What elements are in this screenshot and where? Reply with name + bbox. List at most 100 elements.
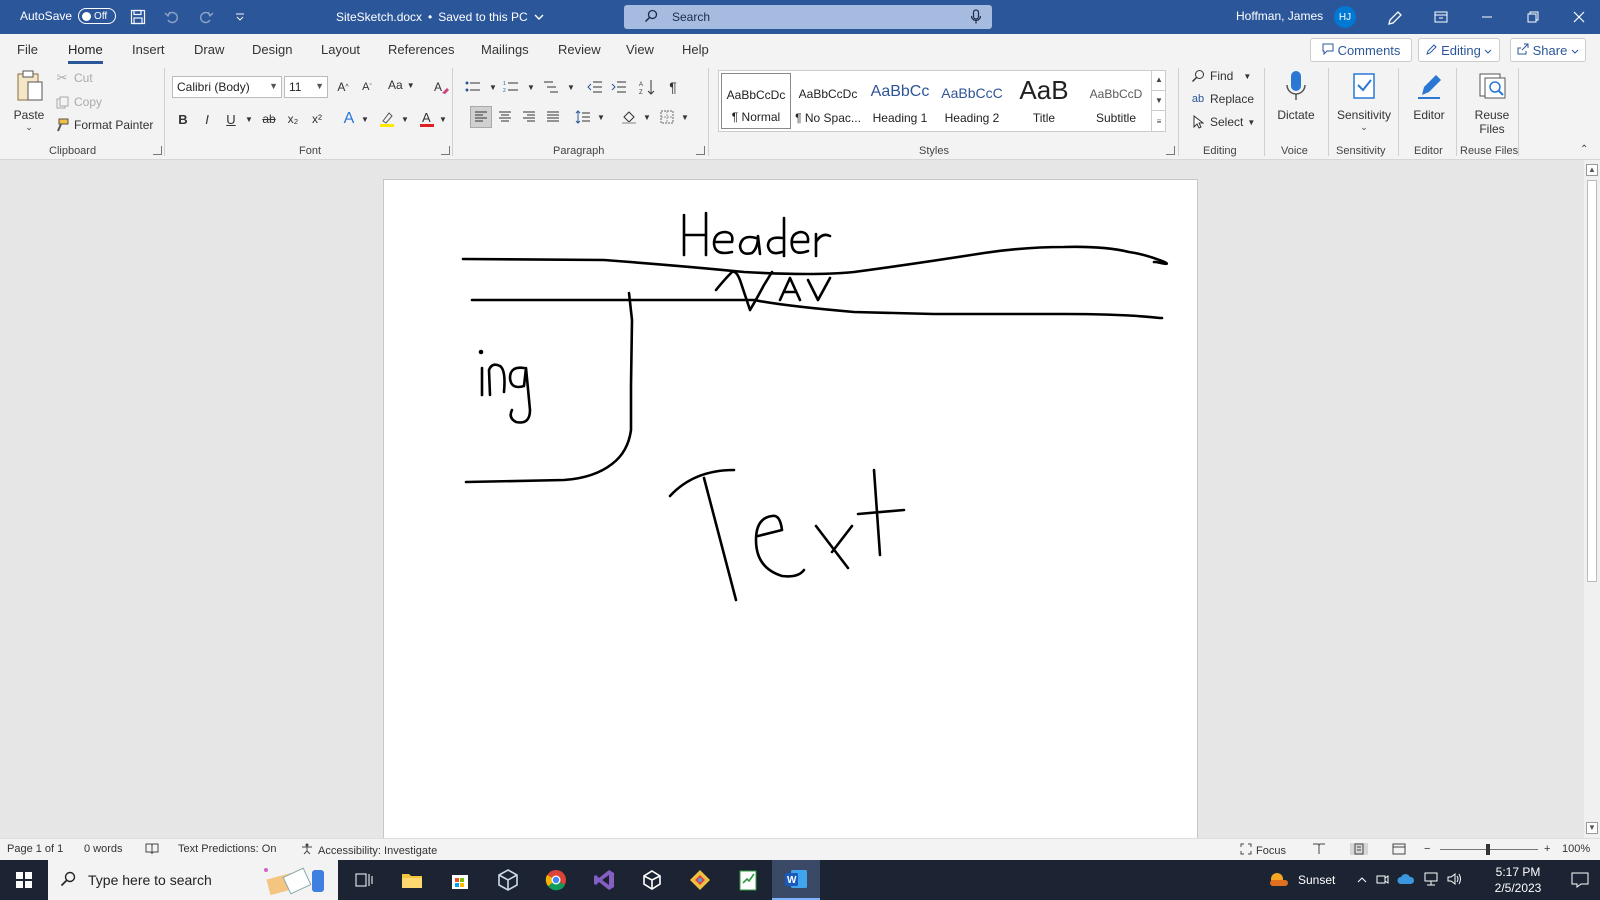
windows-start-icon[interactable]	[0, 860, 48, 900]
system-clock[interactable]: 5:17 PM 2/5/2023	[1478, 864, 1558, 896]
bullets-icon[interactable]	[462, 76, 484, 98]
align-center-icon[interactable]	[494, 106, 516, 128]
multilevel-list-icon[interactable]	[540, 76, 562, 98]
pen-icon[interactable]	[1386, 9, 1404, 30]
tab-draw[interactable]: Draw	[194, 42, 224, 57]
tab-mailings[interactable]: Mailings	[481, 42, 529, 57]
chevron-down-icon[interactable]: ▼	[520, 76, 542, 98]
close-icon[interactable]	[1556, 6, 1600, 28]
search-input[interactable]: Search	[624, 5, 992, 29]
tab-design[interactable]: Design	[252, 42, 292, 57]
chevron-down-icon[interactable]: ▼	[354, 108, 376, 130]
chevron-down-icon[interactable]: ▼	[394, 108, 416, 130]
paragraph-launcher-icon[interactable]	[696, 146, 705, 155]
print-layout-icon[interactable]	[1350, 843, 1368, 855]
cut-button[interactable]: ✂ Cut	[54, 70, 93, 86]
file-explorer-icon[interactable]	[388, 860, 436, 900]
page-count[interactable]: Page 1 of 1	[7, 843, 63, 855]
autosave-control[interactable]: AutoSave Off	[20, 8, 117, 24]
sort-icon[interactable]: AZ	[636, 76, 658, 98]
show-formatting-icon[interactable]: ¶	[662, 76, 684, 98]
clipboard-launcher-icon[interactable]	[153, 146, 162, 155]
style-subtitle[interactable]: AaBbCcD Subtitle	[1081, 73, 1151, 129]
task-view-icon[interactable]	[340, 860, 388, 900]
web-layout-icon[interactable]	[1392, 843, 1406, 855]
font-launcher-icon[interactable]	[441, 146, 450, 155]
notepad-plus-icon[interactable]	[724, 860, 772, 900]
chrome-icon[interactable]	[532, 860, 580, 900]
document-page[interactable]	[383, 179, 1198, 839]
read-mode-icon[interactable]	[1312, 843, 1326, 855]
bold-button[interactable]: B	[172, 108, 194, 130]
more-styles-icon[interactable]: ≡	[1152, 111, 1166, 133]
style-heading-2[interactable]: AaBbCcC Heading 2	[937, 73, 1007, 129]
chevron-down-icon[interactable]: ▼	[238, 108, 260, 130]
volume-icon[interactable]	[1447, 872, 1463, 889]
customize-qat-icon[interactable]	[230, 7, 250, 27]
copy-button[interactable]: Copy	[54, 94, 102, 110]
subscript-button[interactable]: x₂	[282, 108, 304, 130]
document-title[interactable]: SiteSketch.docx • Saved to this PC	[336, 10, 544, 24]
taskbar-search-input[interactable]: Type here to search	[48, 860, 338, 900]
focus-mode[interactable]: Focus	[1240, 843, 1286, 858]
ribbon-display-icon[interactable]	[1418, 6, 1464, 28]
text-predictions[interactable]: Text Predictions: On	[178, 843, 276, 855]
undo-icon[interactable]	[162, 7, 182, 27]
zoom-level[interactable]: 100%	[1562, 843, 1590, 855]
onedrive-icon[interactable]	[1397, 873, 1415, 888]
align-right-icon[interactable]	[518, 106, 540, 128]
user-name[interactable]: Hoffman, James	[1236, 9, 1323, 23]
tab-review[interactable]: Review	[558, 42, 601, 57]
zoom-slider-thumb[interactable]	[1486, 844, 1490, 855]
restore-icon[interactable]	[1510, 6, 1556, 28]
superscript-button[interactable]: x²	[306, 108, 328, 130]
zoom-out-icon[interactable]: −	[1424, 843, 1430, 855]
tab-layout[interactable]: Layout	[321, 42, 360, 57]
tab-references[interactable]: References	[388, 42, 454, 57]
virtualbox-icon[interactable]	[484, 860, 532, 900]
weather-icon[interactable]	[1268, 870, 1290, 891]
word-app-icon[interactable]: W	[772, 860, 820, 900]
word-count[interactable]: 0 words	[84, 843, 123, 855]
network-icon[interactable]	[1423, 872, 1439, 889]
justify-icon[interactable]	[542, 106, 564, 128]
chevron-up-icon[interactable]	[1357, 873, 1367, 887]
tab-file[interactable]: File	[17, 42, 38, 57]
tab-help[interactable]: Help	[682, 42, 709, 57]
avatar[interactable]: HJ	[1334, 6, 1356, 28]
dictate-button[interactable]: Dictate	[1270, 68, 1322, 122]
style-title[interactable]: AaB Title	[1009, 73, 1079, 129]
save-icon[interactable]	[128, 7, 148, 27]
font-size-combo[interactable]: 11 ▼	[284, 76, 328, 98]
tab-home[interactable]: Home	[68, 42, 103, 64]
font-name-combo[interactable]: Calibri (Body) ▼	[172, 76, 282, 98]
collapse-ribbon-icon[interactable]: ⌃	[1580, 144, 1588, 155]
autosave-toggle[interactable]: Off	[78, 8, 117, 24]
grow-font-icon[interactable]: A ^	[332, 76, 354, 98]
change-case-button[interactable]: Aa ▼	[388, 78, 415, 92]
comments-button[interactable]: Comments	[1310, 38, 1412, 62]
numbering-icon[interactable]: 12	[500, 76, 522, 98]
zoom-in-icon[interactable]: +	[1544, 843, 1550, 855]
format-painter-button[interactable]: Format Painter	[54, 117, 153, 133]
italic-button[interactable]: I	[196, 108, 218, 130]
share-button[interactable]: Share	[1510, 38, 1586, 62]
accessibility-status[interactable]: Accessibility: Investigate	[300, 843, 437, 858]
shrink-font-icon[interactable]: Aˇ	[356, 76, 378, 98]
tab-insert[interactable]: Insert	[132, 42, 165, 57]
chevron-down-icon[interactable]: ▼	[636, 106, 658, 128]
select-button[interactable]: Select ▼	[1190, 114, 1255, 130]
microphone-icon[interactable]	[970, 9, 982, 28]
weather-label[interactable]: Sunset	[1298, 873, 1335, 887]
redo-icon[interactable]	[196, 7, 216, 27]
editing-mode-button[interactable]: Editing	[1418, 38, 1500, 62]
chevron-up-icon[interactable]: ▲	[1152, 70, 1166, 91]
minimize-icon[interactable]	[1464, 6, 1510, 28]
clear-formatting-icon[interactable]: A	[430, 76, 452, 98]
chevron-down-icon[interactable]: ▼	[1152, 91, 1166, 112]
strikethrough-button[interactable]: ab	[258, 108, 280, 130]
find-button[interactable]: Find ▼	[1190, 68, 1251, 84]
sensitivity-button[interactable]: Sensitivity ⌄	[1332, 68, 1396, 133]
proofing-icon[interactable]	[145, 843, 159, 855]
style-no-spacing[interactable]: AaBbCcDc ¶ No Spac...	[793, 73, 863, 129]
